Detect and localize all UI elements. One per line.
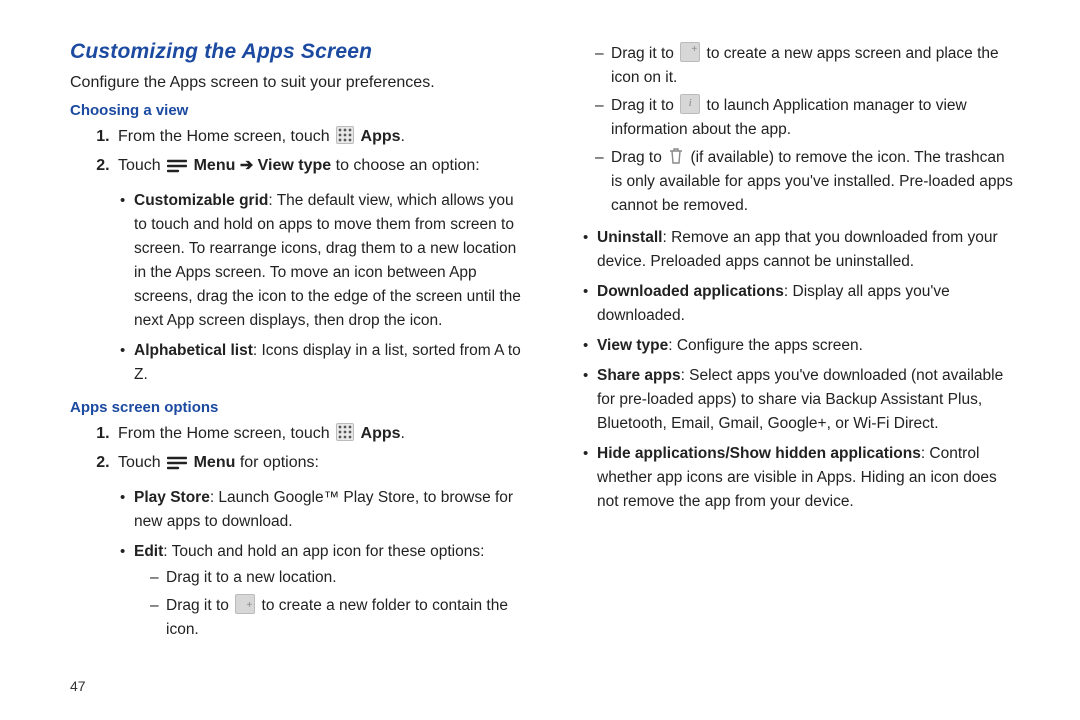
text: Touch: [118, 157, 165, 174]
options-step-2: Touch Menu for options:: [114, 451, 525, 476]
bullet-downloaded-apps: Downloaded applications: Display all app…: [583, 280, 1020, 328]
menu-view-type-label: Menu ➔ View type: [194, 157, 332, 174]
choosing-steps: From the Home screen, touch Apps. Touch …: [70, 125, 525, 183]
text: From the Home screen, touch: [118, 128, 334, 145]
edit-drag-new-folder: Drag it to to create a new folder to con…: [150, 594, 525, 642]
options-step-1: From the Home screen, touch Apps.: [114, 422, 525, 447]
choosing-step-1: From the Home screen, touch Apps.: [114, 125, 525, 150]
bullet-uninstall: Uninstall: Remove an app that you downlo…: [583, 226, 1020, 274]
text: From the Home screen, touch: [118, 425, 334, 442]
apps-grid-icon: [336, 423, 354, 441]
manual-page: Customizing the Apps Screen Configure th…: [0, 0, 1080, 720]
label: Downloaded applications: [597, 283, 784, 300]
left-column: Customizing the Apps Screen Configure th…: [70, 40, 525, 690]
subhead-choosing-view: Choosing a view: [70, 102, 525, 119]
text: for options:: [235, 454, 319, 471]
menu-icon: [167, 456, 187, 470]
apps-label: Apps: [361, 425, 401, 442]
label: Alphabetical list: [134, 342, 253, 359]
text: Drag it to: [611, 97, 678, 114]
edit-drag-remove: Drag to (if available) to remove the ico…: [595, 146, 1020, 218]
options-bullets-left: Play Store: Launch Google™ Play Store, t…: [70, 486, 525, 648]
bullet-edit: Edit: Touch and hold an app icon for the…: [120, 540, 525, 642]
bullet-view-type: View type: Configure the apps screen.: [583, 334, 1020, 358]
edit-sublist-right: Drag it to to create a new apps screen a…: [565, 42, 1020, 222]
edit-sublist-left: Drag it to a new location. Drag it to to…: [134, 566, 525, 642]
bullet-share-apps: Share apps: Select apps you've downloade…: [583, 364, 1020, 436]
text: to choose an option:: [331, 157, 480, 174]
period: .: [401, 128, 405, 145]
edit-drag-new-location: Drag it to a new location.: [150, 566, 525, 590]
apps-label: Apps: [361, 128, 401, 145]
text: Drag to: [611, 149, 666, 166]
right-column: Drag it to to create a new apps screen a…: [565, 40, 1020, 690]
label: Play Store: [134, 489, 210, 506]
label: Uninstall: [597, 229, 662, 246]
edit-drag-app-info: Drag it to to launch Application manager…: [595, 94, 1020, 142]
text: Touch: [118, 454, 165, 471]
bullet-play-store: Play Store: Launch Google™ Play Store, t…: [120, 486, 525, 534]
bullet-alphabetical-list: Alphabetical list: Icons display in a li…: [120, 339, 525, 387]
edit-drag-new-screen: Drag it to to create a new apps screen a…: [595, 42, 1020, 90]
app-info-icon: [680, 94, 700, 114]
choosing-bullets: Customizable grid: The default view, whi…: [70, 189, 525, 393]
options-bullets-right: Uninstall: Remove an app that you downlo…: [565, 226, 1020, 520]
section-title: Customizing the Apps Screen: [70, 40, 525, 64]
text: Drag it to: [611, 45, 678, 62]
page-number: 47: [70, 678, 86, 694]
text: Drag it to: [166, 597, 233, 614]
trash-icon: [668, 147, 684, 165]
subhead-apps-options: Apps screen options: [70, 399, 525, 416]
label: Hide applications/Show hidden applicatio…: [597, 445, 921, 462]
label: Edit: [134, 543, 163, 560]
label: Share apps: [597, 367, 681, 384]
bullet-customizable-grid: Customizable grid: The default view, whi…: [120, 189, 525, 333]
choosing-step-2: Touch Menu ➔ View type to choose an opti…: [114, 154, 525, 179]
label: Customizable grid: [134, 192, 268, 209]
text: : Configure the apps screen.: [668, 337, 863, 354]
bullet-hide-apps: Hide applications/Show hidden applicatio…: [583, 442, 1020, 514]
text: : Touch and hold an app icon for these o…: [163, 543, 484, 560]
period: .: [401, 425, 405, 442]
intro-text: Configure the Apps screen to suit your p…: [70, 72, 525, 94]
create-page-icon: [680, 42, 700, 62]
create-folder-icon: [235, 594, 255, 614]
menu-label: Menu: [194, 454, 236, 471]
options-steps: From the Home screen, touch Apps. Touch …: [70, 422, 525, 480]
text: : The default view, which allows you to …: [134, 192, 521, 329]
menu-icon: [167, 159, 187, 173]
apps-grid-icon: [336, 126, 354, 144]
label: View type: [597, 337, 668, 354]
